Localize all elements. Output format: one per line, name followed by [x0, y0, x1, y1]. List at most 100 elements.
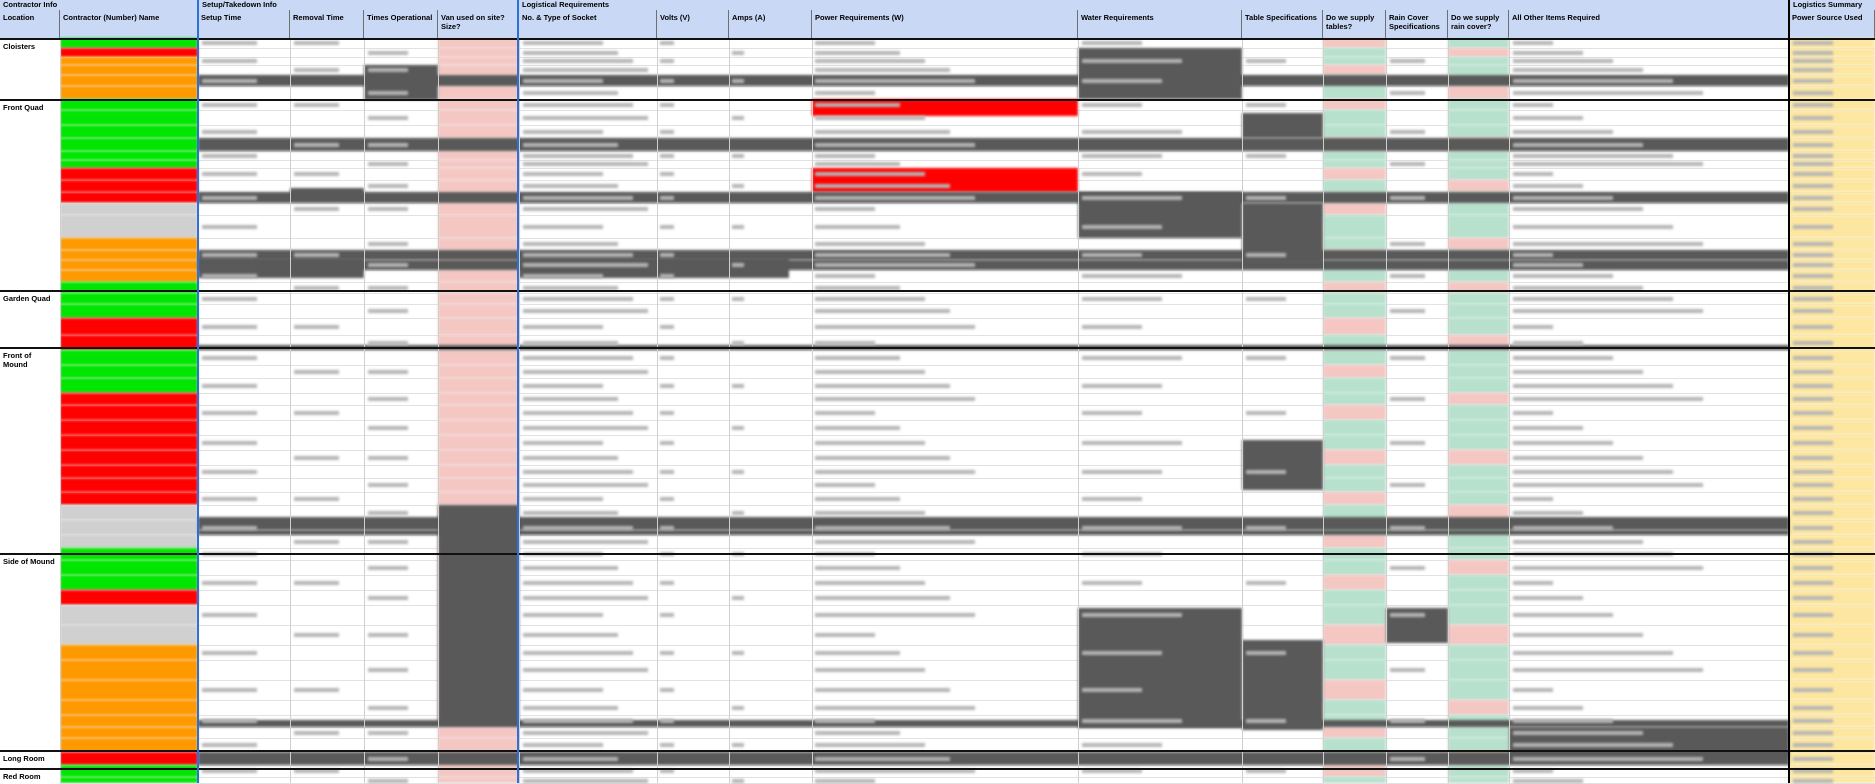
- van-cell[interactable]: [438, 318, 519, 335]
- van-cell[interactable]: [438, 304, 519, 318]
- contractor-cell[interactable]: [60, 560, 198, 575]
- rain-supply-cell[interactable]: [1448, 625, 1509, 645]
- tables-cell[interactable]: [1323, 238, 1386, 250]
- tables-cell[interactable]: [1323, 660, 1386, 680]
- van-cell[interactable]: [438, 215, 519, 238]
- location-cloisters[interactable]: Cloisters: [0, 38, 60, 99]
- tables-cell[interactable]: [1323, 151, 1386, 160]
- tables-cell[interactable]: [1323, 465, 1386, 478]
- contractor-cell[interactable]: [60, 727, 198, 738]
- contractor-cell[interactable]: [60, 450, 198, 465]
- van-cell[interactable]: [438, 365, 519, 378]
- van-cell[interactable]: [438, 420, 519, 435]
- tables-cell[interactable]: [1323, 168, 1386, 180]
- tables-cell[interactable]: [1323, 625, 1386, 645]
- contractor-cell[interactable]: [60, 645, 198, 660]
- col-header-contractor[interactable]: Contractor (Number) Name: [60, 10, 198, 38]
- van-cell[interactable]: [438, 86, 519, 99]
- contractor-cell[interactable]: [60, 110, 198, 125]
- van-cell[interactable]: [438, 765, 519, 777]
- rain-supply-cell[interactable]: [1448, 65, 1509, 75]
- contractor-cell[interactable]: [60, 378, 198, 393]
- na-band[interactable]: [198, 530, 1789, 535]
- location-red-room[interactable]: Red Room: [0, 768, 60, 783]
- rain-supply-cell[interactable]: [1448, 727, 1509, 738]
- rain-supply-cell[interactable]: [1448, 435, 1509, 450]
- rain-supply-cell[interactable]: [1448, 86, 1509, 99]
- contractor-cell[interactable]: [60, 192, 198, 203]
- contractor-cell[interactable]: [60, 250, 198, 260]
- tables-cell[interactable]: [1323, 180, 1386, 192]
- col-header-volts[interactable]: Volts (V): [657, 10, 729, 38]
- van-cell[interactable]: [438, 238, 519, 250]
- col-header-times[interactable]: Times Operational: [364, 10, 438, 38]
- tables-cell[interactable]: [1323, 560, 1386, 575]
- tables-cell[interactable]: [1323, 765, 1386, 777]
- col-header-van[interactable]: Van used on site? Size?: [438, 10, 519, 38]
- contractor-cell[interactable]: [60, 75, 198, 86]
- rain-supply-cell[interactable]: [1448, 700, 1509, 715]
- contractor-cell[interactable]: [60, 393, 198, 405]
- tables-cell[interactable]: [1323, 575, 1386, 590]
- tables-cell[interactable]: [1323, 160, 1386, 168]
- col-header-amps[interactable]: Amps (A): [729, 10, 812, 38]
- van-cell[interactable]: [438, 293, 519, 304]
- contractor-cell[interactable]: [60, 260, 198, 270]
- rain-supply-cell[interactable]: [1448, 350, 1509, 365]
- contractor-cell[interactable]: [60, 65, 198, 75]
- contractor-cell[interactable]: [60, 293, 198, 304]
- van-cell[interactable]: [438, 65, 519, 75]
- van-cell[interactable]: [438, 160, 519, 168]
- na-block[interactable]: [1242, 113, 1323, 138]
- col-header-power[interactable]: Power Requirements (W): [812, 10, 1078, 38]
- na-block[interactable]: [438, 505, 519, 725]
- tables-cell[interactable]: [1323, 125, 1386, 138]
- contractor-cell[interactable]: [60, 138, 198, 151]
- rain-supply-cell[interactable]: [1448, 645, 1509, 660]
- contractor-cell[interactable]: [60, 680, 198, 700]
- van-cell[interactable]: [438, 393, 519, 405]
- contractor-cell[interactable]: [60, 365, 198, 378]
- contractor-cell[interactable]: [60, 520, 198, 535]
- col-header-setup[interactable]: Setup Time: [198, 10, 290, 38]
- tables-cell[interactable]: [1323, 590, 1386, 605]
- na-block[interactable]: [290, 188, 364, 198]
- col-header-tables[interactable]: Do we supply tables?: [1323, 10, 1386, 38]
- tables-cell[interactable]: [1323, 304, 1386, 318]
- rain-supply-cell[interactable]: [1448, 203, 1509, 215]
- contractor-cell[interactable]: [60, 752, 198, 765]
- tables-cell[interactable]: [1323, 215, 1386, 238]
- tables-cell[interactable]: [1323, 270, 1386, 282]
- tables-cell[interactable]: [1323, 680, 1386, 700]
- tables-cell[interactable]: [1323, 700, 1386, 715]
- contractor-cell[interactable]: [60, 270, 198, 282]
- rain-supply-cell[interactable]: [1448, 765, 1509, 777]
- tables-cell[interactable]: [1323, 378, 1386, 393]
- contractor-cell[interactable]: [60, 180, 198, 192]
- contractor-cell[interactable]: [60, 575, 198, 590]
- tables-cell[interactable]: [1323, 420, 1386, 435]
- contractor-cell[interactable]: [60, 160, 198, 168]
- tables-cell[interactable]: [1323, 203, 1386, 215]
- contractor-cell[interactable]: [60, 238, 198, 250]
- tables-cell[interactable]: [1323, 535, 1386, 548]
- tables-cell[interactable]: [1323, 492, 1386, 505]
- tables-cell[interactable]: [1323, 293, 1386, 304]
- van-cell[interactable]: [438, 465, 519, 478]
- van-cell[interactable]: [438, 478, 519, 492]
- van-cell[interactable]: [438, 727, 519, 738]
- rain-supply-cell[interactable]: [1448, 405, 1509, 420]
- rain-supply-cell[interactable]: [1448, 605, 1509, 625]
- rain-supply-cell[interactable]: [1448, 57, 1509, 65]
- contractor-cell[interactable]: [60, 505, 198, 520]
- tables-cell[interactable]: [1323, 65, 1386, 75]
- rain-supply-cell[interactable]: [1448, 318, 1509, 335]
- col-header-other[interactable]: All Other Items Required: [1509, 10, 1789, 38]
- contractor-cell[interactable]: [60, 435, 198, 450]
- van-cell[interactable]: [438, 450, 519, 465]
- col-header-removal[interactable]: Removal Time: [290, 10, 364, 38]
- col-header-table_spec[interactable]: Table Specifications: [1242, 10, 1323, 38]
- rain-supply-cell[interactable]: [1448, 378, 1509, 393]
- contractor-cell[interactable]: [60, 318, 198, 335]
- location-long-room[interactable]: Long Room: [0, 750, 60, 768]
